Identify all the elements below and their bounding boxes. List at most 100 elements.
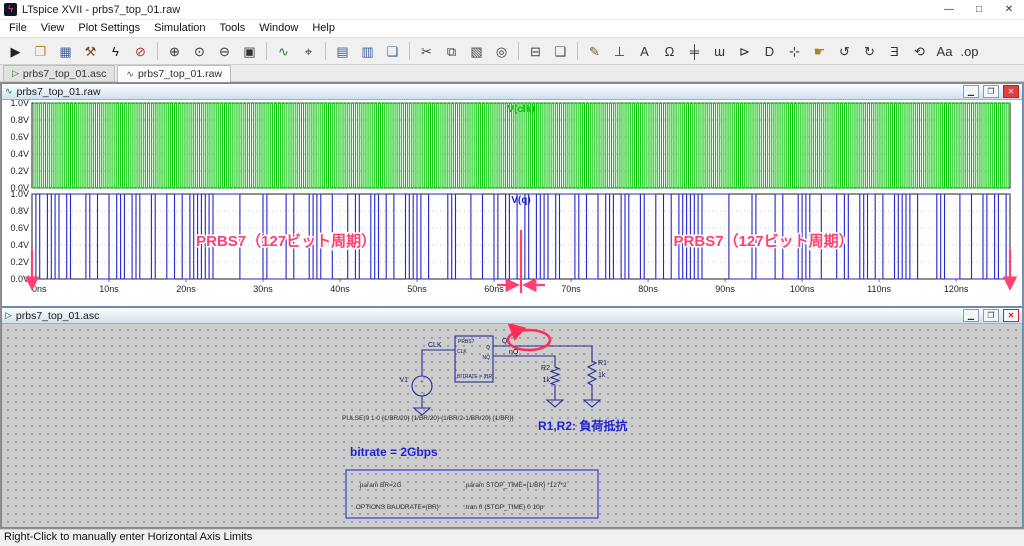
find-icon[interactable]: ◎ xyxy=(490,40,513,62)
svg-text:0.2V: 0.2V xyxy=(10,257,29,267)
text-icon[interactable]: Aa xyxy=(933,40,956,62)
schematic-window-titlebar[interactable]: ▷ prbs7_top_01.asc ▁ ❐ ✕ xyxy=(2,308,1022,324)
menu-item-simulation[interactable]: Simulation xyxy=(147,20,212,37)
tab-bar: ▷ prbs7_top_01.asc ∿ prbs7_top_01.raw xyxy=(0,65,1024,82)
zoom-full-extents-icon[interactable]: ▣ xyxy=(238,40,261,62)
nq-wire[interactable] xyxy=(493,355,556,364)
zoom-region-icon[interactable]: ⊙ xyxy=(188,40,211,62)
directive-param-br[interactable]: .param BR=2G xyxy=(358,482,402,489)
resistor-icon[interactable]: Ω xyxy=(658,40,681,62)
schematic-canvas-area[interactable]: + – V1 CLK PRBS7 BITRATE = {BR} CLK Q NQ QnQ R2 1k R… xyxy=(2,324,1022,527)
minimize-button[interactable]: — xyxy=(934,0,964,19)
paste-icon[interactable]: ▧ xyxy=(465,40,488,62)
r2-name-label[interactable]: R2 xyxy=(541,365,550,372)
waveform-minimize-button[interactable]: ▁ xyxy=(963,85,979,98)
r1-name-label[interactable]: R1 xyxy=(598,360,607,367)
schematic-canvas[interactable]: +–V1CLK PRBS7BITRATE = {BR}CLKQNQQnQR21kR… xyxy=(2,324,1022,527)
status-text: Right-Click to manually enter Horizontal… xyxy=(4,531,253,543)
inductor-icon[interactable]: ɯ xyxy=(708,40,731,62)
menu-item-help[interactable]: Help xyxy=(305,20,342,37)
tile-vertical-icon[interactable]: ▥ xyxy=(356,40,379,62)
svg-text:10ns: 10ns xyxy=(99,284,119,294)
diode-icon[interactable]: ⊳ xyxy=(733,40,756,62)
svg-text:0.6V: 0.6V xyxy=(10,223,29,233)
waveform-restore-button[interactable]: ❐ xyxy=(983,85,999,98)
spice-directive-icon[interactable]: .op xyxy=(958,40,981,62)
ground-icon[interactable]: ⊥ xyxy=(608,40,631,62)
zoom-in-icon[interactable]: ⊕ xyxy=(163,40,186,62)
prbs-period-annotation-1: PRBS7（127ビット周期） xyxy=(196,232,376,250)
directive-options-baudrate[interactable]: .OPTIONS BAUDRATE={BR} xyxy=(354,504,440,511)
svg-text:20ns: 20ns xyxy=(176,284,196,294)
window-title: LTspice XVII - prbs7_top_01.raw xyxy=(22,3,181,16)
menu-item-plot-settings[interactable]: Plot Settings xyxy=(71,20,147,37)
plot-settings-icon[interactable]: ∿ xyxy=(272,40,295,62)
net-label-clk[interactable]: CLK xyxy=(428,342,442,349)
ground-symbol[interactable] xyxy=(545,399,565,408)
mirror-icon[interactable]: Ǝ xyxy=(883,40,906,62)
ground-symbol[interactable] xyxy=(412,407,432,416)
redo-icon[interactable]: ↻ xyxy=(858,40,881,62)
schematic-close-button[interactable]: ✕ xyxy=(1003,309,1019,322)
waveform-plot[interactable]: 1.0V 0.8V 0.6V 0.4V 0.2V 0.0V 1.0V 0.8V 0.6V 0.4V… xyxy=(2,100,1022,306)
waveform-file-icon: ∿ xyxy=(126,68,134,79)
v1-name-label[interactable]: V1 xyxy=(399,377,408,384)
waveform-plot-area[interactable]: 1.0V 0.8V 0.6V 0.4V 0.2V 0.0V 1.0V 0.8V 0.6V 0.4V… xyxy=(2,100,1022,306)
q-highlight-ellipse xyxy=(506,328,552,352)
app-icon: ϟ xyxy=(4,3,17,16)
open-icon[interactable]: ❐ xyxy=(29,40,52,62)
capacitor-icon[interactable]: ╪ xyxy=(683,40,706,62)
svg-text:100ns: 100ns xyxy=(790,284,815,294)
r2-value-label[interactable]: 1k xyxy=(543,377,551,384)
drag-icon[interactable]: ☛ xyxy=(808,40,831,62)
cascade-windows-icon[interactable]: ❏ xyxy=(381,40,404,62)
menu-item-tools[interactable]: Tools xyxy=(213,20,253,37)
title-bar: ϟ LTspice XVII - prbs7_top_01.raw — □ ✕ xyxy=(0,0,1024,20)
v1-pulse-value[interactable]: PULSE(0 1 0 {1/BR/20} {1/BR/20} {1/BR/2-… xyxy=(342,415,514,422)
wire-icon[interactable]: ✎ xyxy=(583,40,606,62)
menu-item-file[interactable]: File xyxy=(2,20,34,37)
print-preview-icon[interactable]: ❑ xyxy=(549,40,572,62)
zoom-out-icon[interactable]: ⊖ xyxy=(213,40,236,62)
schematic-minimize-button[interactable]: ▁ xyxy=(963,309,979,322)
menu-item-window[interactable]: Window xyxy=(252,20,305,37)
waveform-window-titlebar[interactable]: ∿ prbs7_top_01.raw ▁ ❐ ✕ xyxy=(2,84,1022,100)
waveform-close-button[interactable]: ✕ xyxy=(1003,85,1019,98)
trace-name-v-q[interactable]: V(q) xyxy=(511,195,530,206)
cut-icon[interactable]: ✂ xyxy=(415,40,438,62)
trace-name-v-clk[interactable]: V(clk) xyxy=(507,104,534,115)
clk-wire[interactable] xyxy=(421,349,455,376)
run-simulation-icon[interactable]: ϟ xyxy=(104,40,127,62)
schematic-file-icon: ▷ xyxy=(5,310,12,320)
ground-symbol[interactable] xyxy=(582,399,602,408)
directive-tran[interactable]: .tran 0 {STOP_TIME} 0 10p xyxy=(464,504,544,511)
net-label-nq[interactable]: nQ xyxy=(509,349,519,356)
r1-value-label[interactable]: 1k xyxy=(598,372,606,379)
tile-horizontal-icon[interactable]: ▤ xyxy=(331,40,354,62)
mark-data-point-icon[interactable]: ⌖ xyxy=(297,40,320,62)
svg-text:0ns: 0ns xyxy=(32,284,47,294)
run-icon[interactable]: ▶ xyxy=(4,40,27,62)
directive-param-stoptime[interactable]: .param STOP_TIME={1/BR} *127*2 xyxy=(464,482,567,489)
tab-prbs7_top_01.raw[interactable]: ∿ prbs7_top_01.raw xyxy=(117,65,232,82)
resistor-r2[interactable] xyxy=(549,364,561,388)
print-icon[interactable]: ⊟ xyxy=(524,40,547,62)
control-panel-icon[interactable]: ⚒ xyxy=(79,40,102,62)
maximize-button[interactable]: □ xyxy=(964,0,994,19)
resistor-r1[interactable] xyxy=(586,358,598,388)
tab-prbs7_top_01.asc[interactable]: ▷ prbs7_top_01.asc xyxy=(3,65,116,81)
svg-text:0.8V: 0.8V xyxy=(10,206,29,216)
component-icon[interactable]: D xyxy=(758,40,781,62)
schematic-restore-button[interactable]: ❐ xyxy=(983,309,999,322)
save-icon[interactable]: ▦ xyxy=(54,40,77,62)
svg-text:Q: Q xyxy=(486,345,490,351)
label-net-icon[interactable]: A xyxy=(633,40,656,62)
svg-text:0.6V: 0.6V xyxy=(10,132,29,142)
move-icon[interactable]: ⊹ xyxy=(783,40,806,62)
close-button[interactable]: ✕ xyxy=(994,0,1024,19)
halt-icon[interactable]: ⊘ xyxy=(129,40,152,62)
rotate-icon[interactable]: ⟲ xyxy=(908,40,931,62)
undo-icon[interactable]: ↺ xyxy=(833,40,856,62)
copy-icon[interactable]: ⧉ xyxy=(440,40,463,62)
menu-item-view[interactable]: View xyxy=(34,20,72,37)
